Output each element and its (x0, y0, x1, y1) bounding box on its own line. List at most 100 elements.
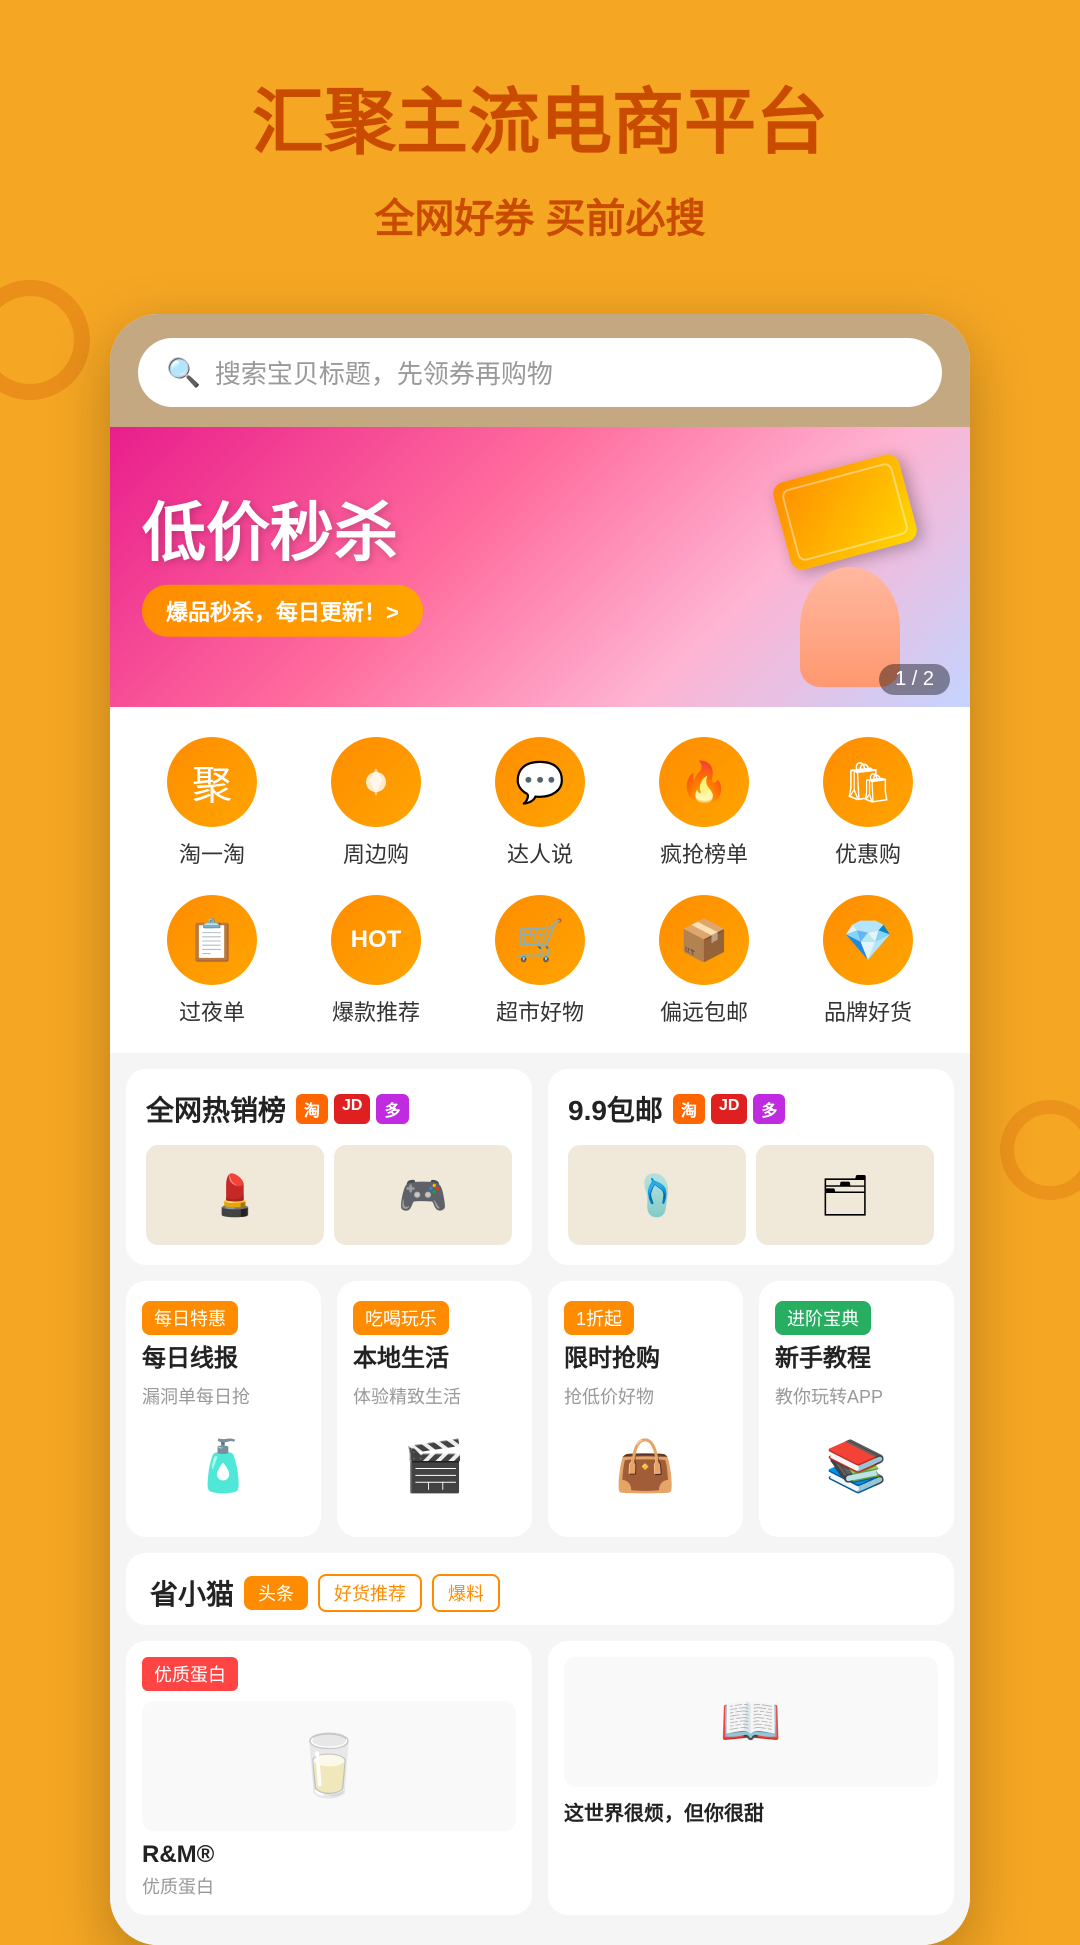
icon-row-1: 聚 淘一淘 周边购 💬 达人说 🔥 疯抢榜单 (110, 727, 970, 885)
bp-img-rm: 🥛 (142, 1701, 516, 1831)
banner-title: 低价秒杀 (142, 498, 423, 568)
feature-local[interactable]: 吃喝玩乐 本地生活 体验精致生活 🎬 (337, 1281, 532, 1536)
freeship-card[interactable]: 9.9包邮 淘 JD 多 🩴 🗂 (548, 1069, 954, 1265)
feature-sub-tutorial: 教你玩转APP (775, 1383, 938, 1409)
feature-sub-local: 体验精致生活 (353, 1383, 516, 1409)
hot-icon: HOT (331, 895, 421, 985)
feature-img-flash: 👜 (564, 1417, 727, 1517)
pdd-badge: 多 (376, 1094, 408, 1124)
feature-daily[interactable]: 每日特惠 每日线报 漏洞单每日抢 🧴 (126, 1281, 321, 1536)
banner-decoration (710, 437, 950, 697)
bp-desc-rm: 优质蛋白 (142, 1873, 516, 1899)
deals-label: 优惠购 (835, 837, 901, 869)
section-grid: 全网热销榜 淘 JD 多 💄 🎮 (110, 1053, 970, 1281)
icon-row-2: 📋 过夜单 HOT 爆款推荐 🛒 超市好物 📦 偏远包邮 💎 品牌好 (110, 885, 970, 1043)
feature-tag-daily: 每日特惠 (142, 1301, 238, 1335)
brand-label: 品牌好货 (824, 995, 912, 1027)
tab-headline[interactable]: 头条 (244, 1576, 308, 1610)
feature-tag-local: 吃喝玩乐 (353, 1301, 449, 1335)
feature-tutorial[interactable]: 进阶宝典 新手教程 教你玩转APP 📚 (759, 1281, 954, 1536)
icon-grid: 聚 淘一淘 周边购 💬 达人说 🔥 疯抢榜单 (110, 707, 970, 1053)
feature-sub-daily: 漏洞单每日抢 (142, 1383, 305, 1409)
feature-title-flash: 限时抢购 (564, 1343, 727, 1374)
search-icon: 🔍 (166, 356, 201, 389)
icon-item-overnight[interactable]: 📋 过夜单 (142, 895, 282, 1027)
cosmetics-img: 💄 (146, 1145, 324, 1245)
platform-badges-ship: 淘 JD 多 (673, 1094, 785, 1124)
jd-badge-2: JD (711, 1094, 747, 1124)
rush-label: 疯抢榜单 (660, 837, 748, 869)
feature-title-tutorial: 新手教程 (775, 1343, 938, 1374)
overnight-icon: 📋 (167, 895, 257, 985)
icon-item-rush[interactable]: 🔥 疯抢榜单 (634, 737, 774, 869)
expert-label: 达人说 (507, 837, 573, 869)
tab-explosive[interactable]: 爆料 (432, 1574, 500, 1612)
freeship-header: 9.9包邮 淘 JD 多 (568, 1089, 934, 1129)
supermarket-label: 超市好物 (496, 995, 584, 1027)
hot-sales-card[interactable]: 全网热销榜 淘 JD 多 💄 🎮 (126, 1069, 532, 1265)
tao-label: 淘一淘 (179, 837, 245, 869)
feature-tag-flash: 1折起 (564, 1301, 634, 1335)
shengxiao-name: 省小猫 (150, 1573, 234, 1613)
icon-item-deals[interactable]: 🛍 优惠购 (798, 737, 938, 869)
banner-left: 低价秒杀 爆品秒杀，每日更新！> (142, 498, 423, 636)
feature-title-daily: 每日线报 (142, 1343, 305, 1374)
hot-product-1[interactable]: 💄 (146, 1145, 324, 1245)
icon-item-tao[interactable]: 聚 淘一淘 (142, 737, 282, 869)
gaming-img: 🎮 (334, 1145, 512, 1245)
bp-tag-protein: 优质蛋白 (142, 1657, 238, 1691)
bottom-products: 优质蛋白 🥛 R&M® 优质蛋白 📖 这世界很烦，但你很甜 (110, 1641, 970, 1945)
hot-product-2[interactable]: 🎮 (334, 1145, 512, 1245)
search-placeholder: 搜索宝贝标题，先领券再购物 (215, 354, 553, 391)
bp-brand-book: 这世界很烦，但你很甜 (564, 1797, 938, 1826)
icon-item-supermarket[interactable]: 🛒 超市好物 (470, 895, 610, 1027)
remote-label: 偏远包邮 (660, 995, 748, 1027)
feature-tag-tutorial: 进阶宝典 (775, 1301, 871, 1335)
bp-brand-rm: R&M® (142, 1841, 516, 1869)
banner-tag[interactable]: 爆品秒杀，每日更新！> (142, 585, 423, 637)
nearby-label: 周边购 (343, 837, 409, 869)
main-title: 汇聚主流电商平台 (40, 80, 1040, 166)
feature-img-tutorial: 📚 (775, 1417, 938, 1517)
banner-indicator: 1 / 2 (879, 664, 950, 695)
shengxiao-header: 省小猫 头条 好货推荐 爆料 (126, 1553, 954, 1625)
ship-products-row: 🩴 🗂 (568, 1145, 934, 1245)
shengxiao-section: 省小猫 头条 好货推荐 爆料 (110, 1553, 970, 1641)
icon-item-expert[interactable]: 💬 达人说 (470, 737, 610, 869)
deals-icon: 🛍 (823, 737, 913, 827)
ship-product-1[interactable]: 🩴 (568, 1145, 746, 1245)
ship-product-2[interactable]: 🗂 (756, 1145, 934, 1245)
tab-recommend[interactable]: 好货推荐 (318, 1574, 422, 1612)
banner[interactable]: 低价秒杀 爆品秒杀，每日更新！> 1 / 2 (110, 427, 970, 707)
jd-badge: JD (334, 1094, 370, 1124)
search-area: 🔍 搜索宝贝标题，先领券再购物 (110, 314, 970, 427)
feature-title-local: 本地生活 (353, 1343, 516, 1374)
sub-title: 全网好券 买前必搜 (40, 186, 1040, 244)
overnight-label: 过夜单 (179, 995, 245, 1027)
feature-img-local: 🎬 (353, 1417, 516, 1517)
bp-img-book: 📖 (564, 1657, 938, 1787)
hot-products-row: 💄 🎮 (146, 1145, 512, 1245)
slippers-img: 🩴 (568, 1145, 746, 1245)
taobao-badge-2: 淘 (673, 1094, 705, 1124)
bottom-product-rm[interactable]: 优质蛋白 🥛 R&M® 优质蛋白 (126, 1641, 532, 1915)
icon-item-nearby[interactable]: 周边购 (306, 737, 446, 869)
pdd-badge-2: 多 (753, 1094, 785, 1124)
phone-frame: 🔍 搜索宝贝标题，先领券再购物 低价秒杀 爆品秒杀，每日更新！> 1 / 2 (110, 314, 970, 1944)
storage-img: 🗂 (756, 1145, 934, 1245)
nearby-icon (331, 737, 421, 827)
feature-img-daily: 🧴 (142, 1417, 305, 1517)
feature-sub-flash: 抢低价好物 (564, 1383, 727, 1409)
bottom-product-book[interactable]: 📖 这世界很烦，但你很甜 (548, 1641, 954, 1915)
search-bar[interactable]: 🔍 搜索宝贝标题，先领券再购物 (138, 338, 942, 407)
hot-label: 爆款推荐 (332, 995, 420, 1027)
platform-badges-hot: 淘 JD 多 (296, 1094, 408, 1124)
icon-item-remote[interactable]: 📦 偏远包邮 (634, 895, 774, 1027)
hot-sales-title: 全网热销榜 (146, 1089, 286, 1129)
supermarket-icon: 🛒 (495, 895, 585, 985)
icon-item-brand[interactable]: 💎 品牌好货 (798, 895, 938, 1027)
feature-flash[interactable]: 1折起 限时抢购 抢低价好物 👜 (548, 1281, 743, 1536)
hot-sales-header: 全网热销榜 淘 JD 多 (146, 1089, 512, 1129)
feature-grid: 每日特惠 每日线报 漏洞单每日抢 🧴 吃喝玩乐 本地生活 体验精致生活 🎬 1折… (110, 1281, 970, 1552)
icon-item-hot[interactable]: HOT 爆款推荐 (306, 895, 446, 1027)
